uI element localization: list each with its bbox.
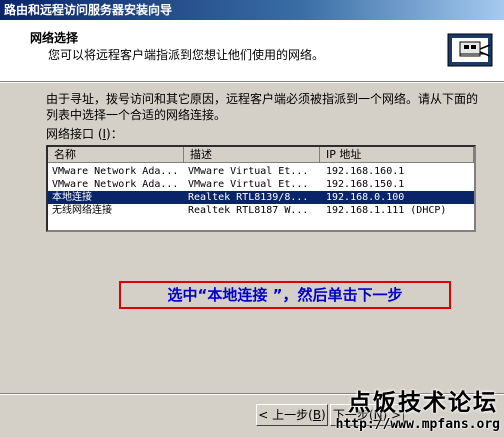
list-item[interactable]: VMware Network Ada... VMware Virtual Et.… [48, 165, 474, 178]
network-adapter-icon [447, 33, 493, 67]
column-header-name[interactable]: 名称 [48, 147, 184, 163]
title-bar: 路由和远程访问服务器安装向导 [0, 0, 504, 20]
page-title: 网络选择 [30, 31, 79, 45]
window-title: 路由和远程访问服务器安装向导 [4, 3, 173, 17]
cell-ip: 192.168.0.100 [326, 192, 405, 203]
cell-description: Realtek RTL8187 W... [188, 205, 309, 216]
list-item-selected[interactable]: 本地连接 Realtek RTL8139/8... 192.168.0.100 [48, 191, 474, 204]
wizard-header: 网络选择 您可以将远程客户端指派到您想让他们使用的网络。 [0, 20, 504, 82]
cell-description: Realtek RTL8139/8... [188, 192, 309, 203]
back-button[interactable]: < 上一步(B) [256, 404, 328, 426]
cell-description: VMware Virtual Et... [188, 179, 309, 190]
instruction-callout: 选中“本地连接 ”，然后单击下一步 [119, 281, 451, 309]
header-divider [0, 82, 504, 83]
watermark-url: http://www.mpfans.org [335, 417, 500, 432]
cell-ip: 192.168.160.1 [326, 166, 405, 177]
cell-ip: 192.168.150.1 [326, 179, 405, 190]
watermark-title: 点饭技术论坛 [348, 389, 498, 416]
cell-description: VMware Virtual Et... [188, 166, 309, 177]
interfaces-list[interactable]: 名称 描述 IP 地址 VMware Network Ada... VMware… [46, 145, 476, 232]
column-header-description[interactable]: 描述 [184, 147, 320, 163]
cell-name: 无线网络连接 [52, 205, 112, 216]
watermark: 点饭技术论坛 http://www.mpfans.org [322, 383, 504, 437]
interfaces-label: 网络接口 (I)： [46, 127, 123, 141]
cell-name: VMware Network Ada... [52, 179, 179, 190]
page-subtitle: 您可以将远程客户端指派到您想让他们使用的网络。 [48, 48, 325, 62]
list-header: 名称 描述 IP 地址 [48, 147, 474, 163]
cell-name: VMware Network Ada... [52, 166, 179, 177]
column-header-ip[interactable]: IP 地址 [320, 147, 474, 163]
list-item[interactable]: 无线网络连接 Realtek RTL8187 W... 192.168.1.11… [48, 204, 474, 217]
cell-ip: 192.168.1.111 (DHCP) [326, 205, 447, 216]
cell-name: 本地连接 [52, 192, 92, 203]
list-item[interactable]: VMware Network Ada... VMware Virtual Et.… [48, 178, 474, 191]
intro-text: 由于寻址，拨号访问和其它原因，远程客户端必须被指派到一个网络。请从下面的列表中选… [46, 92, 479, 122]
